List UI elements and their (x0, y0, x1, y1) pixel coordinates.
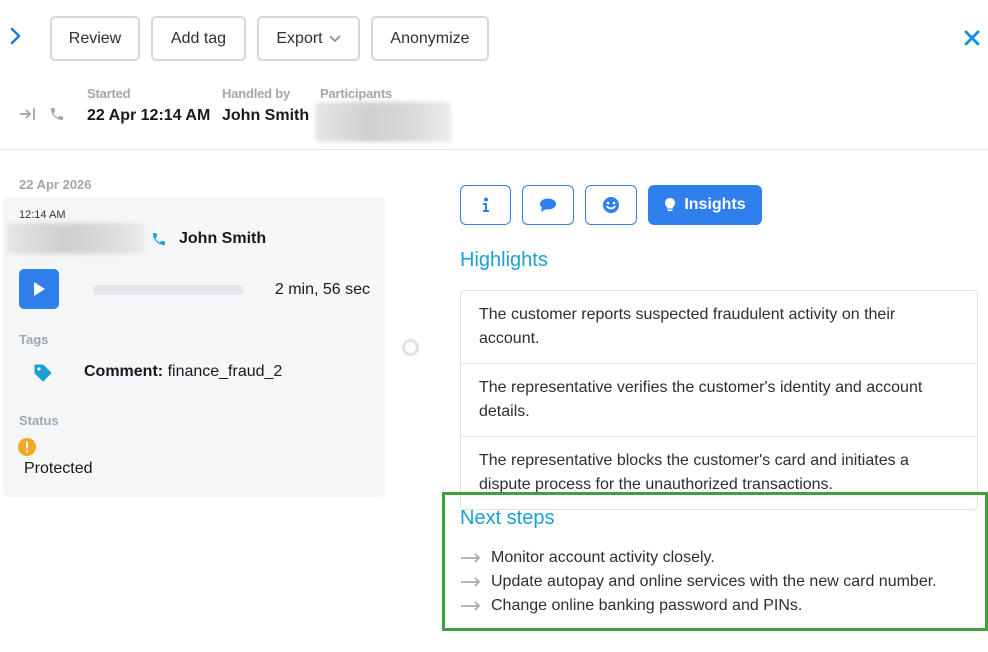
add-tag-button[interactable]: Add tag (151, 16, 246, 61)
next-steps-title: Next steps (460, 507, 555, 529)
handled-by-label: Handled by (222, 86, 291, 101)
arrow-right-icon (461, 577, 481, 587)
play-icon (34, 282, 45, 296)
info-icon (482, 197, 489, 212)
agent-name: John Smith (179, 230, 267, 247)
next-step-text: Update autopay and online services with … (491, 573, 937, 590)
expand-chevron-icon[interactable] (9, 27, 23, 45)
phone-icon (153, 233, 165, 245)
handled-by-value: John Smith (222, 107, 310, 124)
participants-redacted (315, 102, 451, 142)
warning-icon (18, 438, 36, 456)
next-step-item: Change online banking password and PINs. (460, 597, 802, 615)
next-step-item: Update autopay and online services with … (460, 573, 937, 591)
participants-label: Participants (320, 86, 393, 101)
smiley-icon (603, 197, 619, 213)
export-button[interactable]: Export (257, 16, 360, 61)
highlights-list: The customer reports suspected fraudulen… (460, 290, 978, 510)
next-steps-section: Next steps Monitor account activity clos… (442, 492, 988, 631)
highlights-title: Highlights (460, 249, 548, 271)
tab-transcript[interactable] (522, 185, 574, 225)
handled-by-field: Handled by John Smith (222, 86, 309, 125)
status-label: Status (19, 413, 59, 428)
export-label: Export (276, 29, 323, 47)
playback-progress-bar[interactable] (93, 285, 244, 295)
started-value: 22 Apr 12:14 AM (87, 107, 211, 124)
next-step-item: Monitor account activity closely. (460, 549, 715, 567)
tags-label: Tags (19, 332, 49, 347)
highlight-item: The customer reports suspected fraudulen… (461, 291, 977, 364)
arrow-right-icon (461, 601, 481, 611)
next-step-text: Monitor account activity closely. (491, 549, 715, 566)
caller-redacted (7, 223, 145, 254)
started-field: Started 22 Apr 12:14 AM (87, 86, 210, 125)
started-label: Started (87, 86, 131, 101)
chat-icon (540, 198, 556, 212)
next-step-text: Change online banking password and PINs. (491, 597, 803, 614)
tag-key: Comment: (84, 363, 164, 380)
tag-comment: Comment: finance_fraud_2 (84, 363, 282, 381)
participants-field: Participants (315, 86, 451, 142)
play-button[interactable] (19, 269, 59, 309)
tab-insights-label: Insights (684, 196, 746, 213)
header-divider (0, 149, 988, 150)
panel-resize-handle[interactable] (402, 339, 419, 356)
tab-info[interactable] (460, 185, 511, 225)
call-time: 12:14 AM (19, 209, 66, 221)
inbound-arrow-icon (20, 108, 35, 120)
lightbulb-icon (665, 198, 676, 212)
tag-icon (34, 364, 52, 382)
chevron-down-icon (328, 34, 341, 42)
anonymize-button[interactable]: Anonymize (371, 16, 489, 61)
conversation-date: 22 Apr 2026 (19, 177, 92, 192)
highlight-item: The representative verifies the customer… (461, 364, 977, 437)
review-button[interactable]: Review (50, 16, 140, 61)
call-duration: 2 min, 56 sec (274, 281, 370, 298)
tag-value: finance_fraud_2 (167, 363, 283, 380)
tab-insights[interactable]: Insights (648, 185, 762, 225)
tab-sentiment[interactable] (585, 185, 637, 225)
close-icon[interactable] (964, 30, 980, 46)
arrow-right-icon (461, 553, 481, 563)
call-direction-indicators (19, 106, 65, 122)
status-value: Protected (24, 460, 93, 477)
phone-icon (51, 108, 63, 120)
call-card[interactable]: 12:14 AM John Smith 2 min, 56 sec Tags C… (3, 197, 385, 497)
